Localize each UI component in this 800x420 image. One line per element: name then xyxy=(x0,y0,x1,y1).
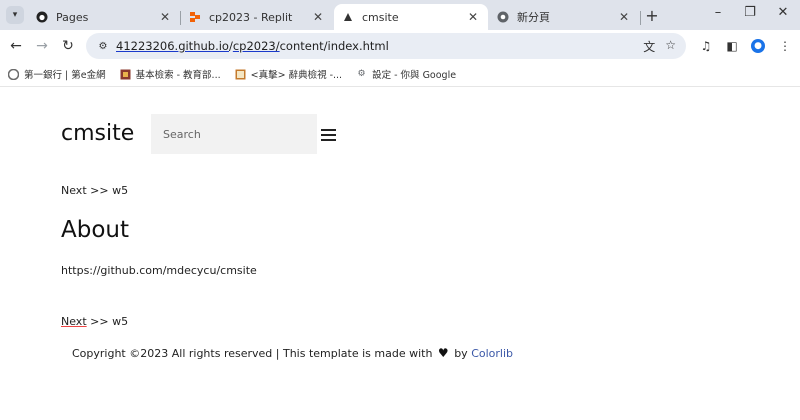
gear-icon: ⚙ xyxy=(357,69,366,79)
page-navigation-bottom: Next >> w5 xyxy=(61,315,128,328)
close-icon: ✕ xyxy=(777,5,789,20)
replit-icon xyxy=(189,11,201,23)
reload-button[interactable]: ↻ xyxy=(58,36,78,56)
bookmark-label: 基本檢索 - 教育部... xyxy=(135,70,221,81)
search-input[interactable] xyxy=(151,114,317,154)
bookmarks-bar: 第一銀行 | 第e金網 基本檢索 - 教育部... <真擊> 辭典檢視 -...… xyxy=(0,62,800,87)
close-icon[interactable]: ✕ xyxy=(466,10,480,24)
next-target-link[interactable]: w5 xyxy=(112,315,128,328)
hamburger-menu-icon[interactable] xyxy=(321,129,336,141)
more-vertical-icon: ⋮ xyxy=(779,39,791,53)
footer: Copyright ©2023 All rights reserved | Th… xyxy=(72,346,513,360)
page-content: cmsite Next >> w5 About https://github.c… xyxy=(0,87,800,420)
reload-icon: ↻ xyxy=(62,38,74,54)
bookmark-item[interactable]: ⚙ 設定 - 你與 Google xyxy=(356,67,457,81)
tab-strip: ▾ Pages ✕ cp2023 - Replit ✕ cmsite ✕ 新分頁… xyxy=(0,0,800,30)
next-link[interactable]: Next xyxy=(61,315,87,328)
browser-toolbar: ← → ↻ ⚙ 41223206.github.io/cp2023/conten… xyxy=(0,30,800,62)
page-navigation-top: Next >> w5 xyxy=(61,184,128,197)
translate-icon[interactable]: 文 xyxy=(643,38,655,55)
url-repo: cp2023/ xyxy=(232,39,280,53)
forward-button[interactable]: → xyxy=(32,36,52,56)
bookmark-label: <真擊> 辭典檢視 -... xyxy=(250,70,343,81)
bookmark-item[interactable]: 基本檢索 - 教育部... xyxy=(120,67,221,81)
side-panel-icon: ◧ xyxy=(726,39,738,53)
address-bar[interactable]: ⚙ 41223206.github.io/cp2023/content/inde… xyxy=(86,33,686,59)
omnibox-actions: 文 ☆ xyxy=(643,38,676,55)
site-icon xyxy=(342,11,354,23)
colorlib-link[interactable]: Colorlib xyxy=(471,347,513,360)
arrow-left-icon: ← xyxy=(10,38,22,54)
tab-replit[interactable]: cp2023 - Replit ✕ xyxy=(181,4,333,30)
bookmark-item[interactable]: <真擊> 辭典檢視 -... xyxy=(235,67,342,81)
next-target-link[interactable]: w5 xyxy=(112,184,128,197)
tab-pages[interactable]: Pages ✕ xyxy=(28,4,180,30)
footer-by: by xyxy=(454,347,468,360)
next-link[interactable]: Next xyxy=(61,184,87,197)
github-icon xyxy=(36,11,48,23)
close-window-button[interactable]: ✕ xyxy=(773,5,793,20)
tab-title: cp2023 - Replit xyxy=(209,10,293,24)
nav-separator: >> xyxy=(86,315,113,328)
minimize-button[interactable]: – xyxy=(708,5,728,20)
profile-button[interactable]: ● xyxy=(749,37,767,55)
url-host: 41223206.github.io xyxy=(116,39,229,53)
media-controls-button[interactable]: ♫ xyxy=(697,37,715,55)
bookmark-item[interactable]: 第一銀行 | 第e金網 xyxy=(8,67,106,81)
side-panel-button[interactable]: ◧ xyxy=(723,37,741,55)
bookmark-label: 第一銀行 | 第e金網 xyxy=(24,70,106,81)
url-text[interactable]: 41223206.github.io/cp2023/content/index.… xyxy=(116,39,389,53)
close-icon[interactable]: ✕ xyxy=(311,10,325,24)
close-icon[interactable]: ✕ xyxy=(617,10,631,24)
tab-title: cmsite xyxy=(362,10,399,24)
nav-separator: >> xyxy=(86,184,113,197)
back-button[interactable]: ← xyxy=(6,36,26,56)
playlist-icon: ♫ xyxy=(700,39,712,53)
tab-newtab[interactable]: 新分頁 ✕ xyxy=(489,4,639,30)
site-logo[interactable]: cmsite xyxy=(61,121,134,146)
chevron-down-icon: ▾ xyxy=(12,10,18,20)
page-title: About xyxy=(61,217,130,243)
tab-search-button[interactable]: ▾ xyxy=(6,6,24,24)
new-tab-button[interactable]: + xyxy=(643,6,661,25)
footer-text: Copyright ©2023 All rights reserved | Th… xyxy=(72,347,433,360)
tab-divider xyxy=(640,11,641,25)
arrow-right-icon: → xyxy=(36,38,48,54)
bank-icon xyxy=(8,68,19,80)
repository-url: https://github.com/mdecycu/cmsite xyxy=(61,264,257,277)
heart-icon: ♥ xyxy=(437,346,449,360)
chrome-icon xyxy=(497,11,509,23)
dictionary-icon xyxy=(120,69,131,80)
restore-icon: ❐ xyxy=(744,5,756,20)
menu-button[interactable]: ⋮ xyxy=(776,37,794,55)
bookmark-label: 設定 - 你與 Google xyxy=(372,70,457,81)
dictionary-icon xyxy=(235,69,246,80)
avatar-icon: ● xyxy=(751,39,765,53)
site-info-icon[interactable]: ⚙ xyxy=(96,39,110,53)
url-path: content/index.html xyxy=(279,39,389,53)
close-icon[interactable]: ✕ xyxy=(158,10,172,24)
tab-cmsite[interactable]: cmsite ✕ xyxy=(334,4,488,30)
plus-icon: + xyxy=(645,6,659,25)
minimize-icon: – xyxy=(714,5,722,20)
restore-button[interactable]: ❐ xyxy=(740,5,760,20)
tab-title: Pages xyxy=(56,10,89,24)
star-icon[interactable]: ☆ xyxy=(665,38,676,55)
tab-title: 新分頁 xyxy=(517,11,550,24)
